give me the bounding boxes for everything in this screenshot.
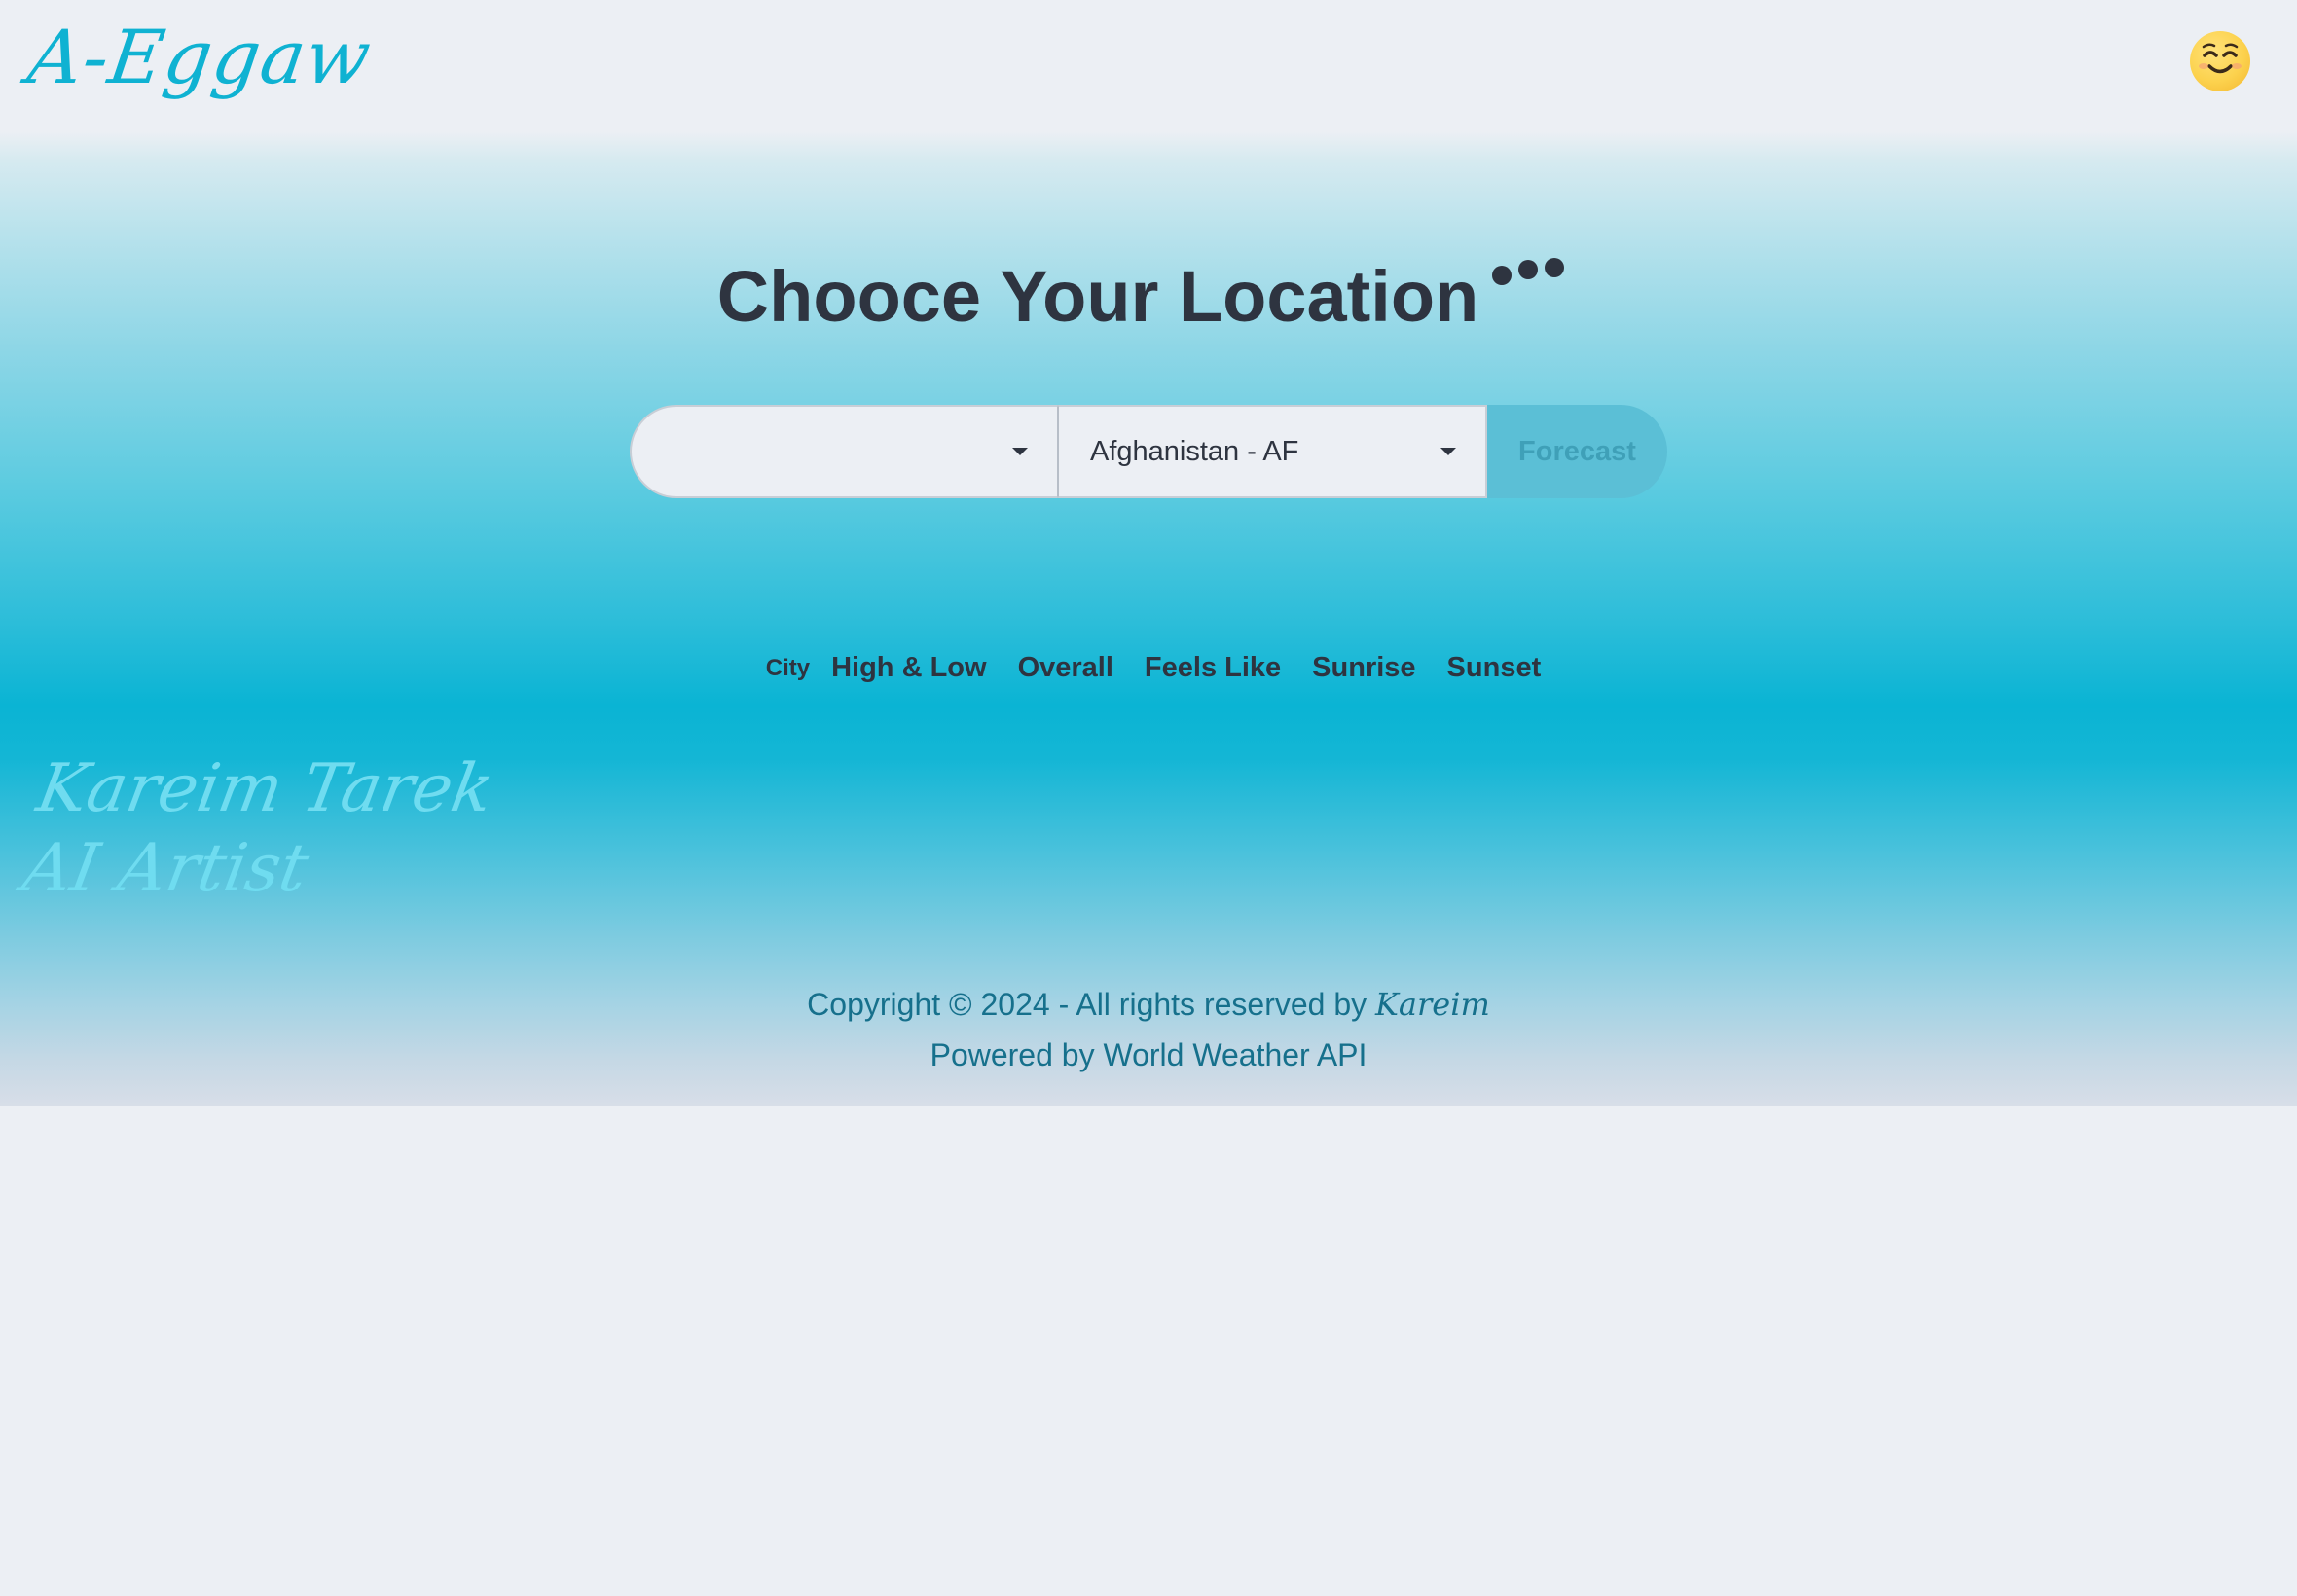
tab-high-low[interactable]: High & Low: [831, 652, 986, 684]
site-logo[interactable]: A-Eggaw: [23, 14, 377, 100]
country-select-value: Afghanistan - AF: [1090, 436, 1299, 467]
copyright-text: Copyright © 2024 - All rights reserved b…: [807, 987, 1376, 1022]
country-select[interactable]: Afghanistan - AF: [1058, 405, 1487, 498]
smiling-face-icon[interactable]: [2190, 31, 2250, 91]
page: A-Eggaw Chooce Your Location Afghanistan…: [0, 0, 2297, 1596]
footer: Copyright © 2024 - All rights reserved b…: [0, 979, 2297, 1080]
location-search-bar: Afghanistan - AF Forecast: [630, 405, 1667, 498]
chevron-down-icon: [1012, 448, 1028, 455]
copyright-line: Copyright © 2024 - All rights reserved b…: [0, 979, 2297, 1030]
chevron-down-icon: [1440, 448, 1456, 455]
signature-name: Kareim Tarek: [31, 750, 499, 827]
dots-icon: [1492, 258, 1564, 285]
tab-overall[interactable]: Overall: [1018, 652, 1113, 684]
forecast-button[interactable]: Forecast: [1487, 405, 1667, 498]
title-wrapper: Chooce Your Location: [0, 255, 2297, 338]
copyright-author: Kareim: [1375, 986, 1490, 1023]
tab-feels-like[interactable]: Feels Like: [1145, 652, 1281, 684]
artist-signature: Kareim Tarek AI Artist: [18, 749, 499, 909]
page-title: Chooce Your Location: [716, 256, 1479, 337]
hero-background: [0, 0, 2297, 1106]
weather-tabs: City High & Low Overall Feels Like Sunri…: [0, 652, 2297, 684]
powered-by-text: Powered by World Weather API: [930, 1037, 1367, 1072]
tab-sunset[interactable]: Sunset: [1447, 652, 1542, 684]
city-select[interactable]: [630, 405, 1058, 498]
tab-city[interactable]: City: [766, 655, 810, 682]
tab-sunrise[interactable]: Sunrise: [1312, 652, 1415, 684]
signature-role: AI Artist: [17, 830, 314, 907]
